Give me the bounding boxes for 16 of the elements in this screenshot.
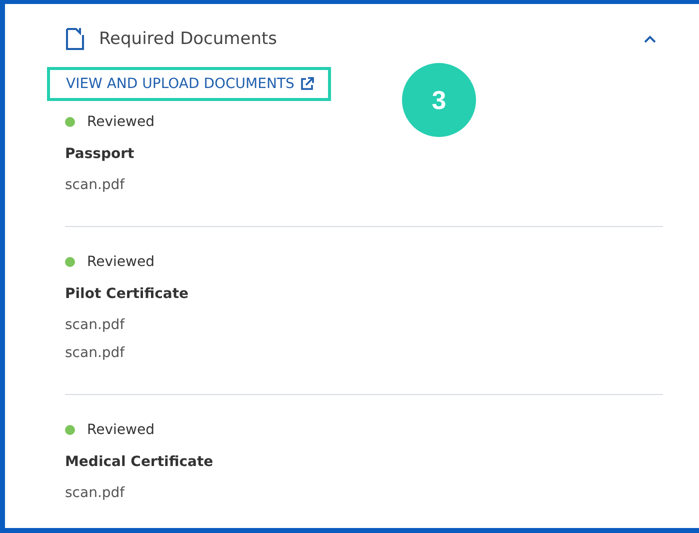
document-name: Medical Certificate bbox=[65, 453, 214, 472]
step-badge: 3 bbox=[402, 63, 476, 137]
document-name: Pilot Certificate bbox=[65, 285, 190, 304]
file-name: scan.pdf bbox=[65, 485, 125, 501]
section-title: Required Documents bbox=[99, 29, 278, 49]
status-label: Reviewed bbox=[87, 114, 154, 130]
document-name: Passport bbox=[65, 145, 136, 164]
upload-documents-link[interactable]: VIEW AND UPLOAD DOCUMENTS bbox=[47, 67, 332, 101]
chevron-up-icon[interactable] bbox=[643, 34, 657, 44]
file-name: scan.pdf bbox=[65, 177, 125, 193]
external-link-icon bbox=[300, 77, 314, 91]
file-name: scan.pdf bbox=[65, 317, 125, 333]
status-label: Reviewed bbox=[87, 254, 154, 270]
file-name: scan.pdf bbox=[65, 345, 125, 361]
document-icon bbox=[65, 27, 85, 51]
status-label: Reviewed bbox=[87, 422, 154, 438]
